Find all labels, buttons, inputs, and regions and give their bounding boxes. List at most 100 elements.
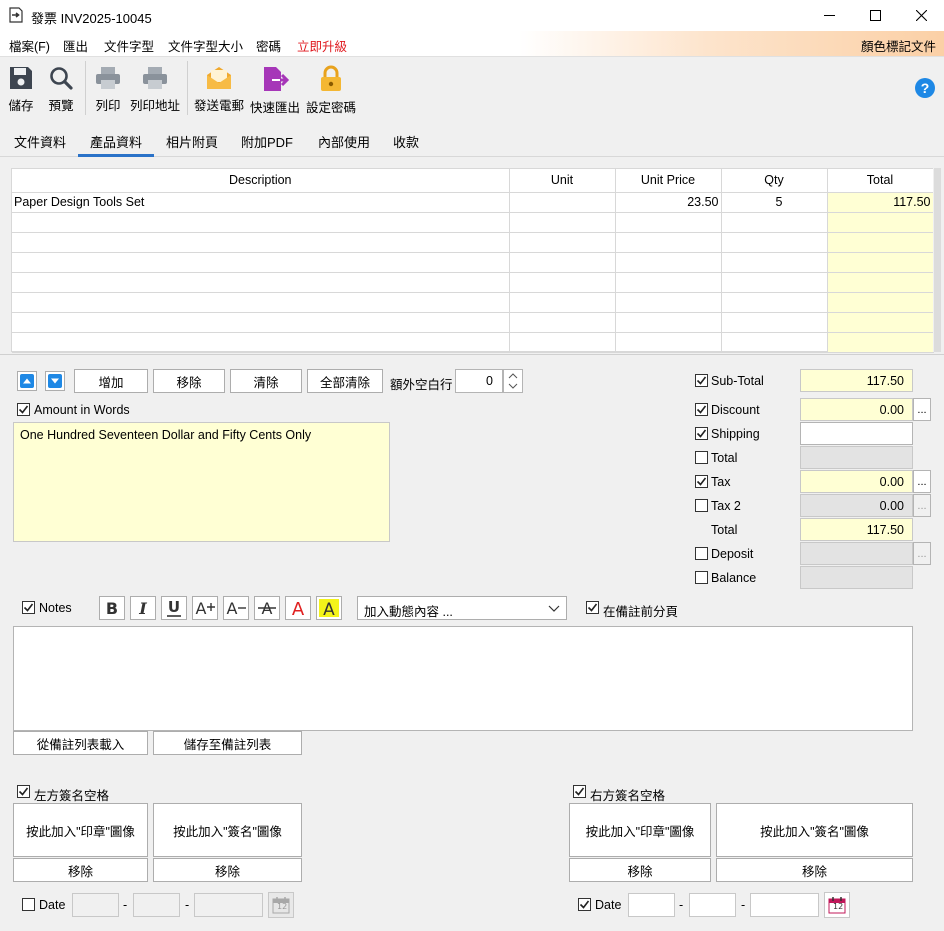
subtotal-checkbox[interactable] <box>695 374 708 387</box>
minimize-button[interactable] <box>806 0 852 31</box>
cell-unit[interactable] <box>509 312 616 333</box>
maximize-button[interactable] <box>852 0 898 31</box>
cell-unit[interactable] <box>509 212 616 233</box>
right-date-year-field[interactable] <box>750 893 819 917</box>
cell-total[interactable] <box>827 332 934 353</box>
tax-checkbox[interactable] <box>695 475 708 488</box>
balance-checkbox[interactable] <box>695 571 708 584</box>
shipping-checkbox[interactable] <box>695 427 708 440</box>
page-break-checkbox[interactable] <box>586 601 599 614</box>
product-grid[interactable]: Description Unit Unit Price Qty Total Pa… <box>11 168 934 353</box>
right-date-month-field[interactable] <box>689 893 736 917</box>
amount-in-words-checkbox[interactable] <box>17 403 30 416</box>
menu-file[interactable]: 檔案(F) <box>9 36 50 55</box>
menu-document-font[interactable]: 文件字型 <box>104 36 154 55</box>
cell-description[interactable] <box>12 332 510 353</box>
decrease-font-button[interactable]: A <box>223 596 249 620</box>
cell-qty[interactable] <box>721 252 828 273</box>
move-down-button[interactable] <box>45 371 65 391</box>
cell-unit-price[interactable] <box>615 332 722 353</box>
scrollbar-thumb[interactable] <box>934 168 941 352</box>
left-signature-checkbox[interactable] <box>17 785 30 798</box>
tab-payments[interactable]: 收款 <box>393 132 419 151</box>
underline-button[interactable]: U <box>161 596 187 620</box>
cell-total[interactable] <box>827 232 934 253</box>
save-button[interactable]: 儲存 <box>4 57 38 119</box>
cell-description[interactable]: Paper Design Tools Set <box>12 192 510 213</box>
column-header-qty[interactable]: Qty <box>721 169 828 193</box>
menu-color-tag[interactable]: 顏色標記文件 <box>861 36 936 55</box>
left-date-year-field[interactable] <box>194 893 263 917</box>
cell-unit[interactable] <box>509 232 616 253</box>
highlight-color-button[interactable]: A <box>316 596 342 620</box>
help-icon[interactable]: ? <box>914 77 936 99</box>
discount-checkbox[interactable] <box>695 403 708 416</box>
cell-description[interactable] <box>12 232 510 253</box>
tax-value[interactable]: 0.00 <box>800 470 913 493</box>
left-stamp-button[interactable]: 按此加入"印章"圖像 <box>13 803 148 857</box>
table-row[interactable] <box>12 272 934 293</box>
tax2-checkbox[interactable] <box>695 499 708 512</box>
cell-total[interactable] <box>827 212 934 233</box>
extra-blank-rows-spinner[interactable] <box>503 369 523 393</box>
add-row-button[interactable]: 增加 <box>74 369 148 393</box>
deposit-options-button[interactable]: ... <box>913 542 931 565</box>
clear-all-button[interactable]: 全部清除 <box>307 369 383 393</box>
remove-row-button[interactable]: 移除 <box>153 369 225 393</box>
cell-qty[interactable] <box>721 292 828 313</box>
tab-photo-attachments[interactable]: 相片附頁 <box>166 132 218 151</box>
menu-export[interactable]: 匯出 <box>63 36 88 55</box>
send-email-button[interactable]: 發送電郵 <box>193 57 245 119</box>
cell-unit[interactable] <box>509 332 616 353</box>
dynamic-content-dropdown[interactable]: 加入動態內容 ... <box>357 596 567 620</box>
cell-total[interactable] <box>827 312 934 333</box>
cell-description[interactable] <box>12 312 510 333</box>
strikethrough-button[interactable]: A <box>254 596 280 620</box>
tax2-options-button[interactable]: ... <box>913 494 931 517</box>
left-calendar-button[interactable]: 12 <box>268 892 294 918</box>
menu-upgrade[interactable]: 立即升級 <box>297 36 347 55</box>
extra-blank-rows-input[interactable]: 0 <box>455 369 503 393</box>
amount-in-words-text[interactable]: One Hundred Seventeen Dollar and Fifty C… <box>13 422 390 542</box>
cell-qty[interactable]: 5 <box>721 192 828 213</box>
cell-unit-price[interactable] <box>615 252 722 273</box>
discount-value[interactable]: 0.00 <box>800 398 913 421</box>
table-row[interactable] <box>12 312 934 333</box>
right-calendar-button[interactable]: 12 <box>824 892 850 918</box>
cell-total[interactable]: 117.50 <box>827 192 934 213</box>
left-stamp-remove-button[interactable]: 移除 <box>13 858 148 882</box>
cell-unit[interactable] <box>509 292 616 313</box>
right-stamp-remove-button[interactable]: 移除 <box>569 858 711 882</box>
cell-total[interactable] <box>827 292 934 313</box>
cell-unit-price[interactable] <box>615 212 722 233</box>
print-address-button[interactable]: 列印地址 <box>129 57 181 119</box>
cell-unit-price[interactable] <box>615 232 722 253</box>
discount-options-button[interactable]: ... <box>913 398 931 421</box>
cell-description[interactable] <box>12 292 510 313</box>
cell-unit[interactable] <box>509 272 616 293</box>
table-row[interactable] <box>12 232 934 253</box>
left-signature-image-button[interactable]: 按此加入"簽名"圖像 <box>153 803 302 857</box>
close-button[interactable] <box>898 0 944 31</box>
right-signature-image-button[interactable]: 按此加入"簽名"圖像 <box>716 803 913 857</box>
table-row[interactable] <box>12 252 934 273</box>
increase-font-button[interactable]: A <box>192 596 218 620</box>
cell-qty[interactable] <box>721 312 828 333</box>
cell-total[interactable] <box>827 272 934 293</box>
clear-row-button[interactable]: 清除 <box>230 369 302 393</box>
deposit-checkbox[interactable] <box>695 547 708 560</box>
tab-document-info[interactable]: 文件資料 <box>14 132 66 151</box>
cell-total[interactable] <box>827 252 934 273</box>
left-date-day-field[interactable] <box>72 893 119 917</box>
grid-scrollbar[interactable] <box>933 168 942 352</box>
font-color-button[interactable]: A <box>285 596 311 620</box>
right-signature-remove-button[interactable]: 移除 <box>716 858 913 882</box>
tax-options-button[interactable]: ... <box>913 470 931 493</box>
save-notes-button[interactable]: 儲存至備註列表 <box>153 731 302 755</box>
menu-password[interactable]: 密碼 <box>256 36 281 55</box>
cell-unit-price[interactable] <box>615 272 722 293</box>
right-date-checkbox[interactable] <box>578 898 591 911</box>
notes-checkbox[interactable] <box>22 601 35 614</box>
column-header-unit[interactable]: Unit <box>509 169 616 193</box>
set-password-button[interactable]: 設定密碼 <box>305 57 357 119</box>
